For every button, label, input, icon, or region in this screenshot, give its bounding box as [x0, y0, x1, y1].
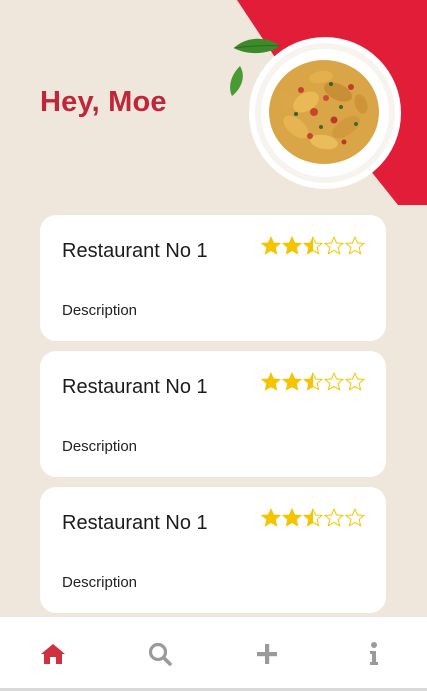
- restaurant-list: Restaurant No 1 Description Restaurant N…: [40, 215, 386, 623]
- tab-info[interactable]: [344, 624, 404, 684]
- restaurant-name: Restaurant No 1: [62, 512, 208, 534]
- pasta-plate-image: [230, 37, 401, 189]
- star-filled-icon: [261, 508, 281, 527]
- star-empty-icon: [345, 236, 365, 255]
- rating-stars: [261, 236, 365, 256]
- star-empty-icon: [324, 372, 344, 391]
- tab-add[interactable]: [237, 624, 297, 684]
- tab-home[interactable]: [23, 624, 83, 684]
- star-filled-icon: [282, 508, 302, 527]
- restaurant-description: Description: [62, 302, 138, 319]
- restaurant-name: Restaurant No 1: [62, 240, 208, 262]
- star-empty-icon: [324, 508, 344, 527]
- star-filled-icon: [261, 372, 281, 391]
- star-empty-icon: [345, 372, 365, 391]
- restaurant-name: Restaurant No 1: [62, 376, 208, 398]
- star-half-icon: [303, 372, 323, 391]
- star-filled-icon: [282, 236, 302, 255]
- bottom-tab-bar: [0, 616, 427, 691]
- restaurant-description: Description: [62, 574, 138, 591]
- star-half-icon: [303, 508, 323, 527]
- plus-icon: [256, 644, 277, 664]
- star-filled-icon: [282, 372, 302, 391]
- rating-stars: [261, 372, 365, 392]
- star-empty-icon: [345, 508, 365, 527]
- star-filled-icon: [261, 236, 281, 255]
- search-icon: [149, 642, 172, 666]
- restaurant-card[interactable]: Restaurant No 1 Description: [40, 487, 386, 613]
- app-screen: Hey, Moe Restaurant No 1 Description Res…: [0, 0, 427, 691]
- info-icon: [369, 642, 378, 665]
- restaurant-card[interactable]: Restaurant No 1 Description: [40, 351, 386, 477]
- star-half-icon: [303, 236, 323, 255]
- home-icon: [41, 644, 66, 664]
- tab-search[interactable]: [130, 624, 190, 684]
- greeting-title: Hey, Moe: [40, 86, 167, 118]
- restaurant-description: Description: [62, 438, 138, 455]
- restaurant-card[interactable]: Restaurant No 1 Description: [40, 215, 386, 341]
- star-empty-icon: [324, 236, 344, 255]
- rating-stars: [261, 508, 365, 528]
